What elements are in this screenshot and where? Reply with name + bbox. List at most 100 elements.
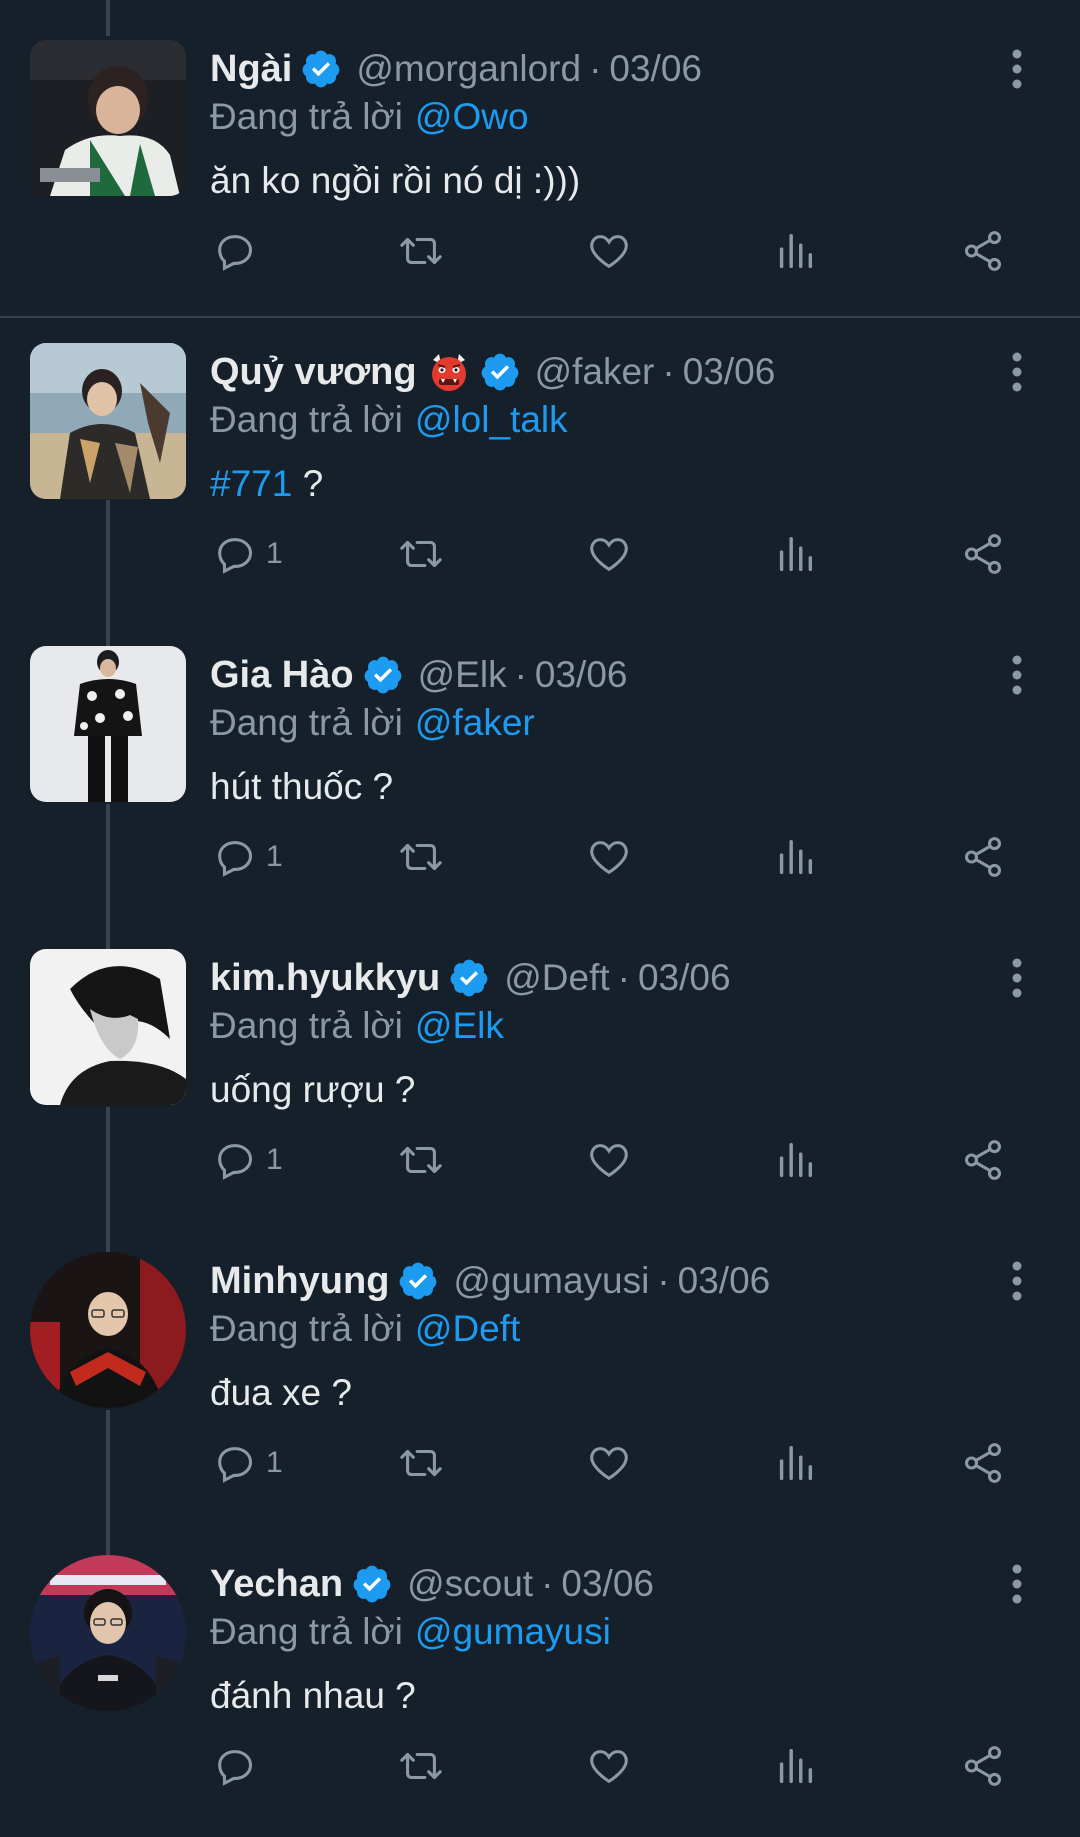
verified-badge-icon [302, 50, 340, 88]
user-handle[interactable]: @morganlord [356, 48, 581, 90]
views-button[interactable] [772, 1135, 818, 1185]
share-button[interactable] [960, 226, 1006, 276]
avatar[interactable] [30, 343, 186, 499]
tweet[interactable]: Minhyung @gumayusi · 03/06 Đang trả lời @… [0, 1212, 1080, 1515]
avatar[interactable] [30, 646, 186, 802]
reply-count: 1 [266, 1143, 283, 1176]
reply-target-link[interactable]: @Deft [415, 1308, 520, 1349]
display-name[interactable]: Gia Hào [210, 654, 354, 697]
tweet[interactable]: Yechan @scout · 03/06 Đang trả lời @gumay… [0, 1515, 1080, 1818]
display-name[interactable]: Yechan [210, 1563, 343, 1606]
reply-target-link[interactable]: @Elk [415, 1005, 504, 1046]
more-options-icon[interactable] [1004, 351, 1030, 393]
like-button[interactable] [586, 832, 632, 882]
replying-to: Đang trả lời @gumayusi [210, 1611, 611, 1653]
more-options-icon[interactable] [1004, 654, 1030, 696]
views-button[interactable] [772, 832, 818, 882]
reply-target-link[interactable]: @lol_talk [415, 399, 568, 440]
reply-button[interactable]: 1 [212, 832, 283, 882]
tweet-date[interactable]: 03/06 [535, 654, 628, 696]
tweet[interactable]: kim.hyukkyu @Deft · 03/06 Đang trả lời @E… [0, 909, 1080, 1212]
like-button[interactable] [586, 1438, 632, 1488]
display-name[interactable]: Quỷ vương [210, 351, 417, 394]
share-icon [964, 1746, 1002, 1786]
tweet-date[interactable]: 03/06 [609, 48, 702, 90]
reply-icon [218, 841, 253, 877]
reply-button[interactable]: 1 [212, 1438, 283, 1488]
share-button[interactable] [960, 832, 1006, 882]
reply-target-link[interactable]: @faker [415, 702, 535, 743]
tweet-date[interactable]: 03/06 [683, 351, 776, 393]
user-handle[interactable]: @Deft [504, 957, 609, 999]
avatar[interactable] [30, 1252, 186, 1408]
tweet-text: đua xe ? [210, 1372, 352, 1413]
user-handle[interactable]: @faker [535, 351, 655, 393]
analytics-icon [779, 1445, 813, 1481]
analytics-icon [779, 536, 813, 572]
verified-badge-icon [400, 1262, 437, 1300]
tweet-date[interactable]: 03/06 [678, 1260, 771, 1302]
user-handle[interactable]: @scout [407, 1563, 533, 1605]
retweet-button[interactable] [398, 1438, 444, 1488]
more-options-icon[interactable] [1004, 1563, 1030, 1605]
user-handle[interactable]: @Elk [418, 654, 507, 696]
reply-button[interactable] [212, 226, 266, 276]
replying-to-label: Đang trả lời [210, 1308, 403, 1349]
tweet[interactable]: Gia Hào @Elk · 03/06 Đang trả lời @faker … [0, 606, 1080, 909]
round-portrait-avatar-image [30, 1252, 186, 1408]
views-button[interactable] [772, 226, 818, 276]
tweet-date[interactable]: 03/06 [638, 957, 731, 999]
retweet-button[interactable] [398, 529, 444, 579]
reply-target-link[interactable]: @gumayusi [415, 1611, 611, 1652]
user-handle[interactable]: @gumayusi [453, 1260, 649, 1302]
reply-target-link[interactable]: @Owo [415, 96, 529, 137]
share-button[interactable] [960, 529, 1006, 579]
separator-dot: · [657, 1260, 670, 1301]
more-options-icon[interactable] [1004, 48, 1030, 90]
tweet-text-rest: ? [292, 463, 324, 504]
avatar[interactable] [30, 1555, 186, 1711]
replying-to: Đang trả lời @lol_talk [210, 399, 568, 441]
tweet-text: #771 ? [210, 463, 323, 505]
verified-badge-icon [353, 1565, 391, 1603]
replying-to-label: Đang trả lời [210, 96, 403, 137]
reply-button[interactable]: 1 [212, 529, 283, 579]
display-name[interactable]: Minhyung [210, 1260, 389, 1303]
tweet-date[interactable]: 03/06 [561, 1563, 654, 1605]
more-options-icon[interactable] [1004, 1260, 1030, 1302]
tweet-text: uống rượu ? [210, 1069, 416, 1110]
avatar[interactable] [30, 40, 186, 196]
separator-dot: · [617, 957, 630, 998]
display-name[interactable]: kim.hyukkyu [210, 957, 440, 1000]
tweet[interactable]: Ngài @morganlord · 03/06 Đang trả lời @Ow… [0, 0, 1080, 303]
like-button[interactable] [586, 529, 632, 579]
player-avatar-image [30, 40, 186, 196]
reply-button[interactable] [212, 1741, 266, 1791]
like-button[interactable] [586, 1135, 632, 1185]
like-button[interactable] [586, 1741, 632, 1791]
round-portrait-avatar-image [30, 1555, 186, 1711]
views-button[interactable] [772, 529, 818, 579]
ogre-emoji-icon [431, 354, 466, 391]
share-button[interactable] [960, 1438, 1006, 1488]
retweet-button[interactable] [398, 1135, 444, 1185]
display-name[interactable]: Ngài [210, 48, 292, 91]
replying-to: Đang trả lời @Deft [210, 1308, 520, 1350]
more-options-icon[interactable] [1004, 957, 1030, 999]
retweet-icon [400, 1449, 442, 1477]
views-button[interactable] [772, 1741, 818, 1791]
reply-button[interactable]: 1 [212, 1135, 283, 1185]
hashtag-link[interactable]: #771 [210, 463, 292, 504]
share-icon [964, 534, 1002, 574]
tweet-text: ăn ko ngồi rồi nó dị :))) [210, 160, 581, 201]
like-button[interactable] [586, 226, 632, 276]
share-button[interactable] [960, 1741, 1006, 1791]
avatar[interactable] [30, 949, 186, 1105]
tweet[interactable]: Quỷ vương @faker · 03/06 Đang trả lời @lo… [0, 303, 1080, 606]
retweet-button[interactable] [398, 832, 444, 882]
views-button[interactable] [772, 1438, 818, 1488]
retweet-button[interactable] [398, 226, 444, 276]
retweet-button[interactable] [398, 1741, 444, 1791]
reply-icon [218, 1447, 253, 1483]
share-button[interactable] [960, 1135, 1006, 1185]
